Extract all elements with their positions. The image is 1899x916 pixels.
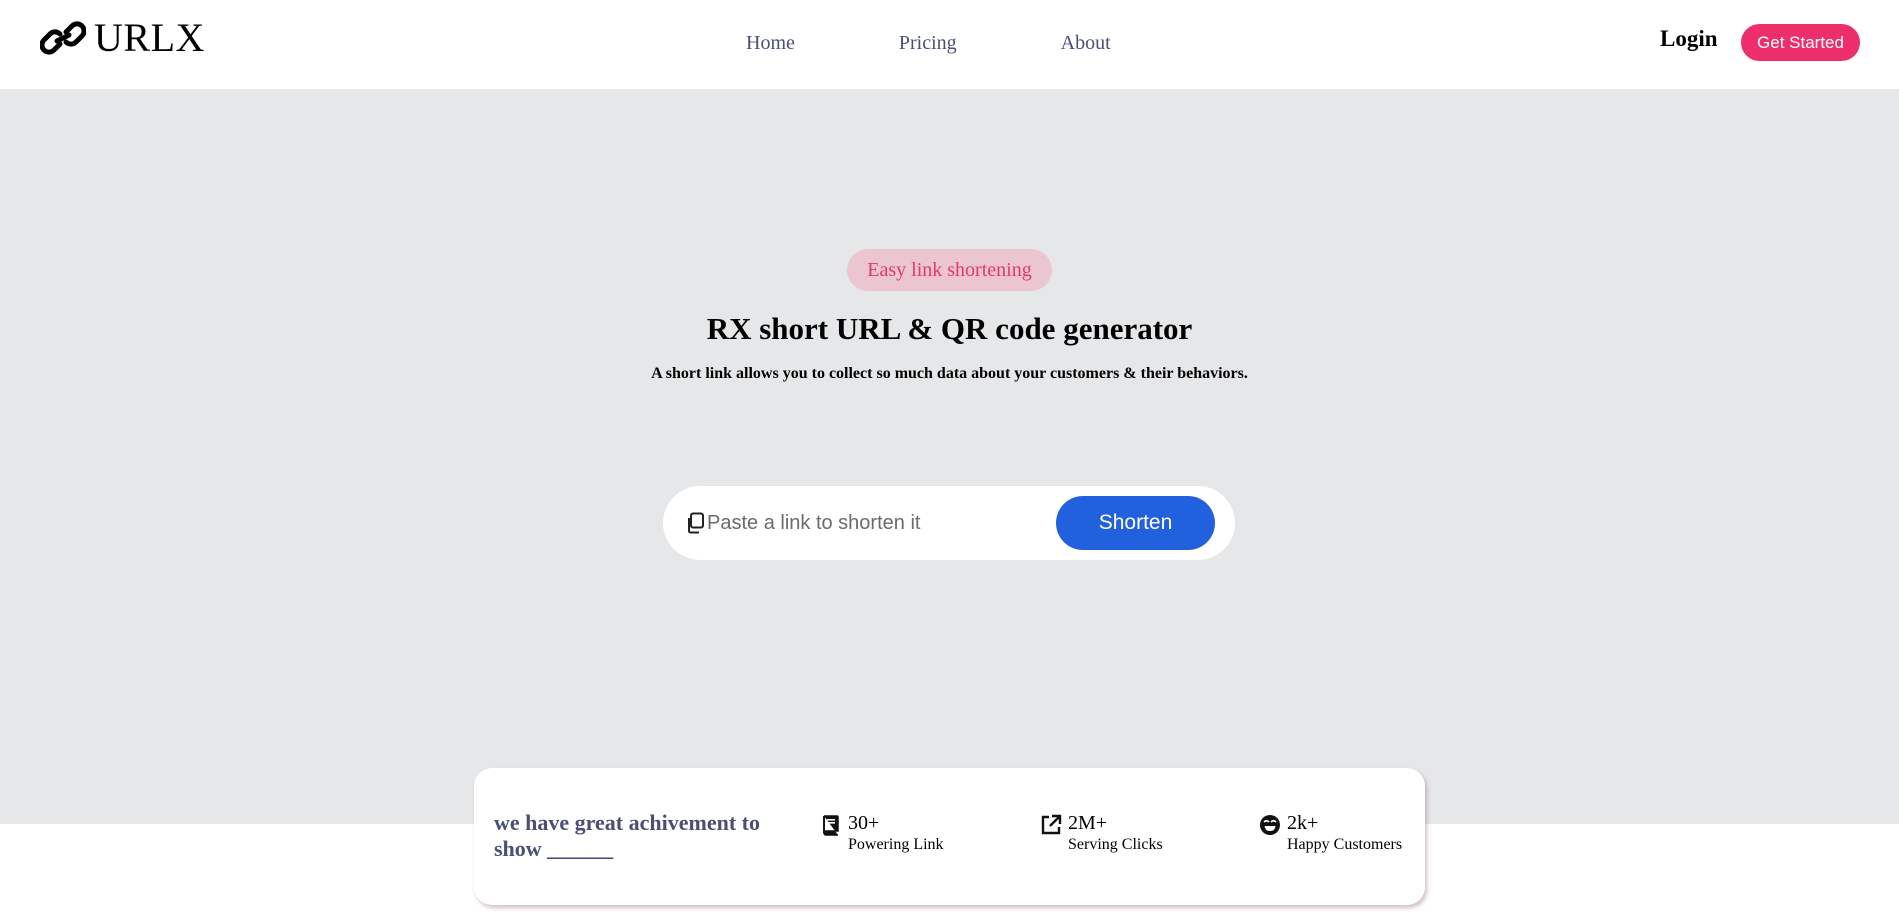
nav-home-link[interactable]: Home [746, 32, 795, 55]
external-link-icon [1041, 814, 1062, 835]
stat-label: Powering Link [848, 836, 944, 853]
shorten-button[interactable]: Shorten [1056, 496, 1215, 550]
book-icon [823, 815, 839, 836]
stat-value: 30+ [848, 812, 880, 834]
stat-label: Happy Customers [1287, 836, 1403, 853]
hero-subtitle: A short link allows you to collect so mu… [651, 365, 1248, 382]
link-icon [40, 21, 86, 55]
shorten-form: Shorten [663, 486, 1235, 560]
hero-title: RX short URL & QR code generator [706, 311, 1193, 346]
copy-icon [688, 512, 704, 534]
smile-icon [1260, 815, 1280, 835]
brand-name: URLX [94, 15, 205, 60]
stat-value: 2M+ [1068, 812, 1108, 834]
nav-pricing-link[interactable]: Pricing [899, 32, 957, 55]
get-started-button[interactable]: Get Started [1741, 24, 1860, 61]
feature-badge: Easy link shortening [847, 249, 1052, 291]
site-header: URLX Home Pricing About Login Get Starte… [0, 0, 1899, 89]
stat-value: 2k+ [1287, 812, 1319, 834]
achievements-title: we have great achivement to show ______ [494, 810, 760, 861]
brand-logo[interactable]: URLX [40, 18, 205, 58]
nav-about-link[interactable]: About [1061, 32, 1111, 55]
link-input[interactable] [707, 504, 1037, 542]
main-nav: Home Pricing About [746, 32, 1111, 55]
stat-label: Serving Clicks [1068, 836, 1163, 853]
hero-section: Easy link shortening RX short URL & QR c… [0, 89, 1899, 824]
login-link[interactable]: Login [1660, 26, 1718, 52]
achievements-card: we have great achivement to show ______ … [474, 768, 1425, 905]
